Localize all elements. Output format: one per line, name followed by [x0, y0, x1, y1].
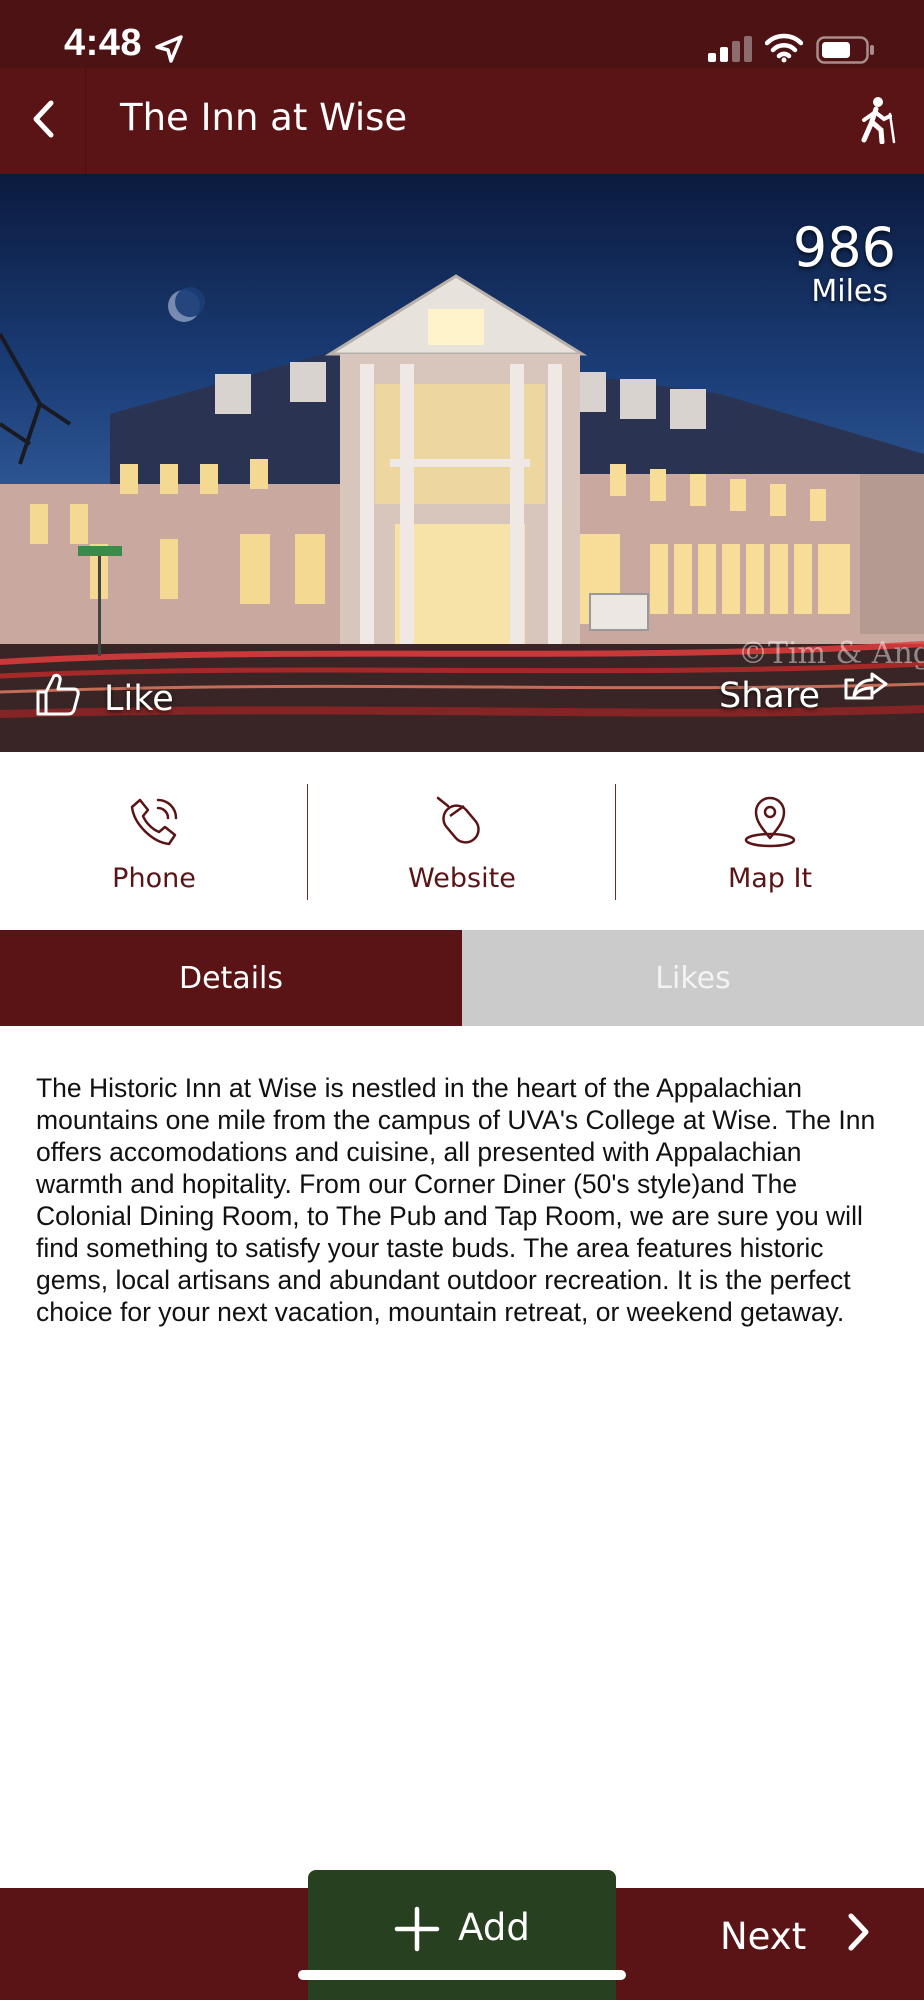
- photo-watermark: ©Tim & Ang: [737, 636, 924, 671]
- location-arrow-icon: [154, 34, 184, 68]
- tab-details[interactable]: Details: [0, 930, 462, 1026]
- add-label: Add: [458, 1906, 530, 1949]
- mouse-icon: [434, 794, 490, 863]
- map-pin-icon: [742, 794, 798, 863]
- thumbs-up-icon: [34, 670, 82, 727]
- next-button[interactable]: Next: [720, 1912, 872, 1961]
- battery-icon: [816, 36, 876, 68]
- back-button[interactable]: [0, 68, 86, 174]
- website-label: Website: [408, 863, 516, 894]
- status-bar: 4:48: [0, 0, 924, 68]
- map-it-button[interactable]: Map It: [616, 752, 924, 930]
- page-title: The Inn at Wise: [120, 96, 408, 139]
- hiker-icon: [852, 97, 898, 148]
- plus-icon: [394, 1906, 440, 1961]
- home-indicator[interactable]: [298, 1970, 626, 1980]
- details-description: The Historic Inn at Wise is nestled in t…: [36, 1073, 876, 1327]
- status-time: 4:48: [64, 22, 143, 64]
- tab-likes[interactable]: Likes: [462, 930, 924, 1026]
- website-button[interactable]: Website: [308, 752, 616, 930]
- phone-label: Phone: [112, 863, 196, 894]
- app-header: The Inn at Wise: [0, 68, 924, 174]
- phone-icon: [126, 794, 182, 863]
- action-row: Phone Website Map It: [0, 752, 924, 930]
- like-button[interactable]: Like: [34, 670, 174, 727]
- hero-photo: ©Tim & Ang 986 Miles Like Share: [0, 174, 924, 752]
- share-icon: [842, 670, 890, 721]
- map-it-label: Map It: [727, 863, 813, 894]
- tab-bar: Details Likes: [0, 930, 924, 1026]
- share-label: Share: [718, 675, 820, 716]
- chevron-left-icon: [30, 99, 56, 143]
- distance-value: 986: [792, 216, 896, 279]
- next-label: Next: [720, 1915, 807, 1958]
- like-label: Like: [104, 678, 174, 719]
- add-button[interactable]: Add: [308, 1870, 616, 2000]
- cellular-signal-icon: [708, 36, 752, 66]
- hiker-button[interactable]: [852, 96, 898, 148]
- share-button[interactable]: Share: [719, 670, 890, 721]
- chevron-right-icon: [846, 1912, 872, 1961]
- distance-unit: Miles: [811, 274, 888, 309]
- wifi-icon: [764, 33, 804, 67]
- phone-button[interactable]: Phone: [0, 752, 308, 930]
